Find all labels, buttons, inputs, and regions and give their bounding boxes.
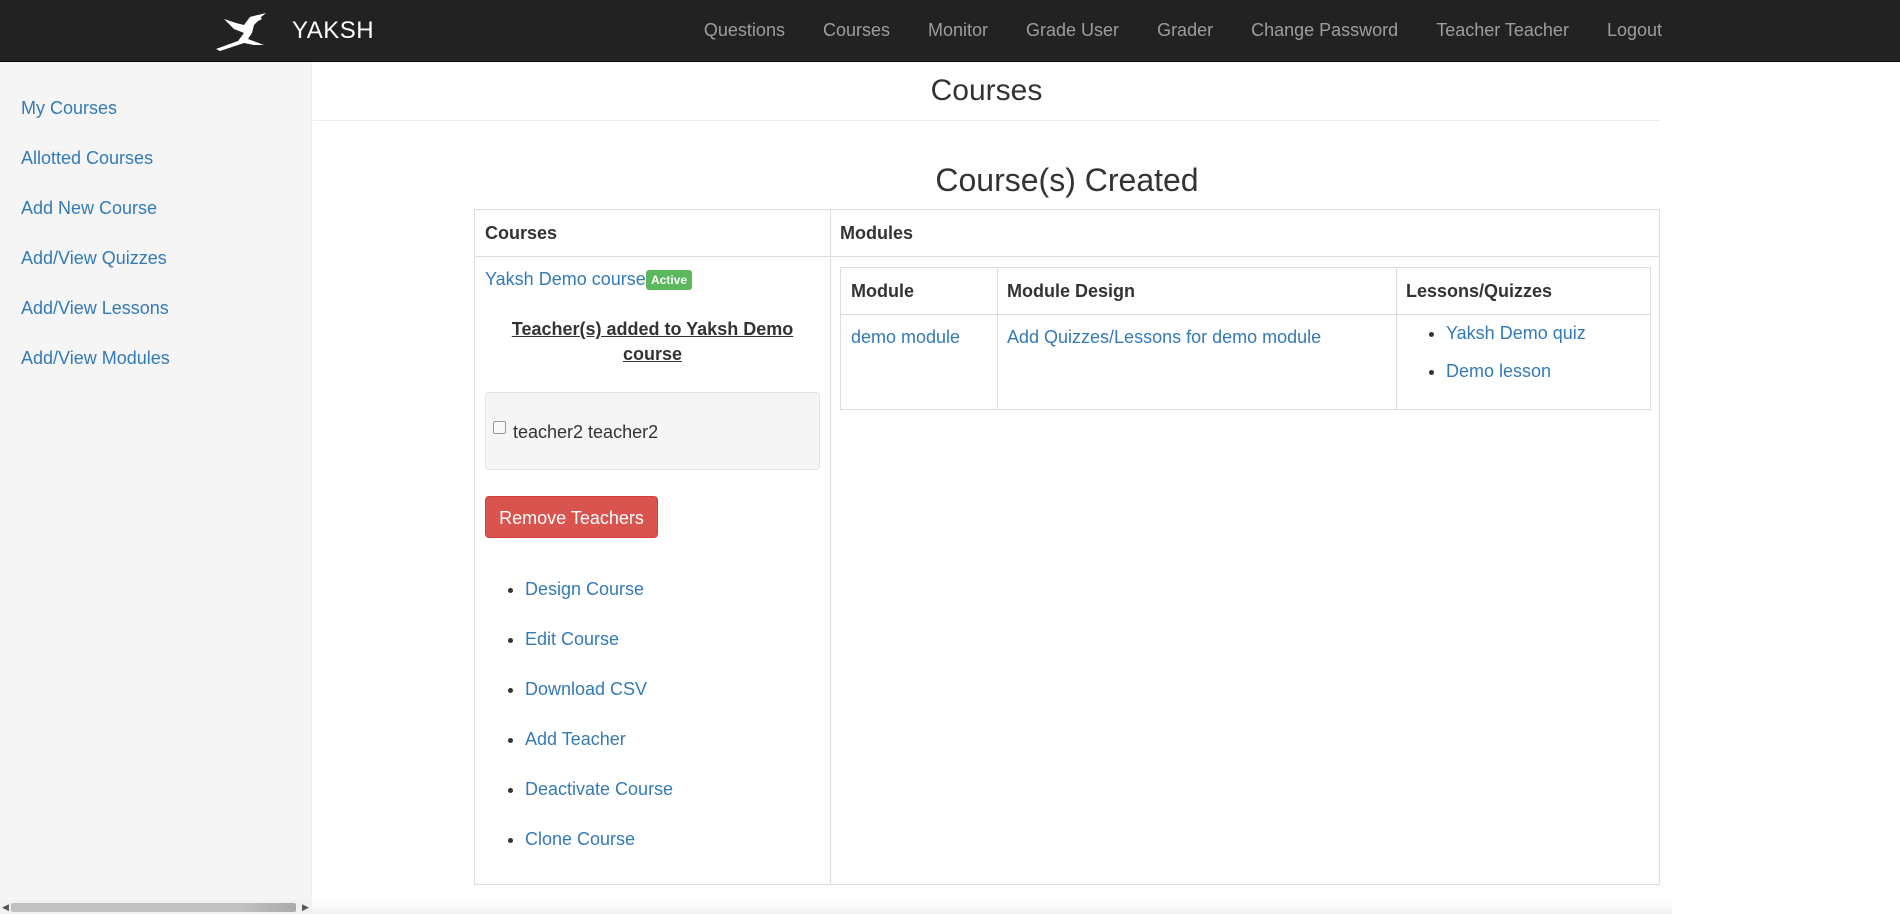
nav-user-profile[interactable]: Teacher Teacher bbox=[1436, 20, 1569, 41]
page-title: Courses bbox=[930, 74, 1043, 107]
sidebar-item-quizzes: Add/View Quizzes bbox=[21, 248, 170, 298]
status-badge: Active bbox=[646, 270, 693, 290]
course-name-link[interactable]: Yaksh Demo course bbox=[485, 269, 646, 290]
sidebar-link-lessons[interactable]: Add/View Lessons bbox=[21, 298, 169, 318]
column-header-courses: Courses bbox=[485, 223, 558, 243]
remove-teachers-button[interactable]: Remove Teachers bbox=[485, 496, 658, 538]
brand-logo[interactable]: YAKSH bbox=[214, 10, 374, 52]
download-csv-link[interactable]: Download CSV bbox=[525, 679, 647, 699]
list-item: Demo lesson bbox=[1446, 361, 1586, 399]
nav-questions[interactable]: Questions bbox=[704, 20, 785, 41]
nav-links: Questions Courses Monitor Grade User Gra… bbox=[666, 0, 1662, 60]
module-name-link[interactable]: demo module bbox=[851, 327, 960, 348]
sidebar-menu: My Courses Allotted Courses Add New Cour… bbox=[21, 98, 170, 398]
scroll-left-arrow-icon[interactable]: ◀ bbox=[2, 902, 9, 913]
crane-bird-icon bbox=[216, 13, 266, 51]
list-item: Download CSV bbox=[525, 679, 673, 729]
nav-change-password[interactable]: Change Password bbox=[1251, 20, 1398, 41]
nav-logout[interactable]: Logout bbox=[1607, 20, 1662, 41]
sidebar-link-quizzes[interactable]: Add/View Quizzes bbox=[21, 248, 167, 268]
table-column-divider bbox=[830, 210, 831, 884]
module-design-link[interactable]: Add Quizzes/Lessons for demo module bbox=[1007, 327, 1321, 348]
column-header-module-design: Module Design bbox=[1007, 281, 1136, 301]
nav-monitor[interactable]: Monitor bbox=[928, 20, 988, 41]
teachers-heading: Teacher(s) added to Yaksh Demo course bbox=[511, 319, 794, 364]
nav-grader[interactable]: Grader bbox=[1157, 20, 1213, 41]
column-header-modules: Modules bbox=[840, 223, 914, 243]
teacher-name: teacher2 teacher2 bbox=[513, 422, 659, 442]
sidebar-item-lessons: Add/View Lessons bbox=[21, 298, 170, 348]
sidebar-item-modules: Add/View Modules bbox=[21, 348, 170, 398]
scrollbar-thumb[interactable] bbox=[11, 903, 296, 912]
bottom-fade bbox=[312, 900, 1672, 914]
list-item: Design Course bbox=[525, 579, 673, 629]
list-item: Add Teacher bbox=[525, 729, 673, 779]
scroll-right-arrow-icon[interactable]: ▶ bbox=[302, 902, 309, 913]
brand-name: YAKSH bbox=[292, 17, 375, 44]
lesson-link[interactable]: Demo lesson bbox=[1446, 361, 1551, 381]
horizontal-scrollbar[interactable]: ◀ ▶ bbox=[0, 900, 312, 914]
clone-course-link[interactable]: Clone Course bbox=[525, 829, 635, 849]
modules-table: Module Module Design Lessons/Quizzes dem… bbox=[840, 267, 1651, 410]
sidebar-item-allotted-courses: Allotted Courses bbox=[21, 148, 170, 198]
sidebar: My Courses Allotted Courses Add New Cour… bbox=[0, 62, 312, 914]
table-header-divider bbox=[475, 256, 1659, 257]
sidebar-link-my-courses[interactable]: My Courses bbox=[21, 98, 117, 118]
sidebar-item-my-courses: My Courses bbox=[21, 98, 170, 148]
edit-course-link[interactable]: Edit Course bbox=[525, 629, 619, 649]
nav-courses[interactable]: Courses bbox=[823, 20, 890, 41]
top-navbar: YAKSH Questions Courses Monitor Grade Us… bbox=[0, 0, 1900, 62]
teacher-list: teacher2 teacher2 bbox=[485, 392, 820, 470]
lessons-quizzes-list: Yaksh Demo quiz Demo lesson bbox=[1396, 323, 1586, 399]
deactivate-course-link[interactable]: Deactivate Course bbox=[525, 779, 673, 799]
add-teacher-link[interactable]: Add Teacher bbox=[525, 729, 626, 749]
list-item: Clone Course bbox=[525, 829, 673, 879]
column-header-lessons-quizzes: Lessons/Quizzes bbox=[1406, 281, 1553, 301]
teacher-checkbox[interactable] bbox=[493, 421, 506, 434]
modules-column-divider bbox=[997, 268, 998, 409]
design-course-link[interactable]: Design Course bbox=[525, 579, 644, 599]
sidebar-link-add-new-course[interactable]: Add New Course bbox=[21, 198, 157, 218]
sidebar-link-allotted-courses[interactable]: Allotted Courses bbox=[21, 148, 153, 168]
column-header-module: Module bbox=[851, 281, 914, 301]
nav-grade-user[interactable]: Grade User bbox=[1026, 20, 1119, 41]
course-actions-list: Design Course Edit Course Download CSV A… bbox=[485, 579, 673, 879]
list-item: Edit Course bbox=[525, 629, 673, 679]
courses-table: Courses Modules Yaksh Demo course Active… bbox=[474, 209, 1660, 885]
sidebar-item-add-new-course: Add New Course bbox=[21, 198, 170, 248]
modules-header-divider bbox=[841, 314, 1650, 315]
page-header: Courses bbox=[313, 62, 1660, 121]
list-item: Deactivate Course bbox=[525, 779, 673, 829]
list-item: Yaksh Demo quiz bbox=[1446, 323, 1586, 361]
sidebar-link-modules[interactable]: Add/View Modules bbox=[21, 348, 170, 368]
section-title: Course(s) Created bbox=[935, 162, 1199, 198]
quiz-link[interactable]: Yaksh Demo quiz bbox=[1446, 323, 1586, 343]
